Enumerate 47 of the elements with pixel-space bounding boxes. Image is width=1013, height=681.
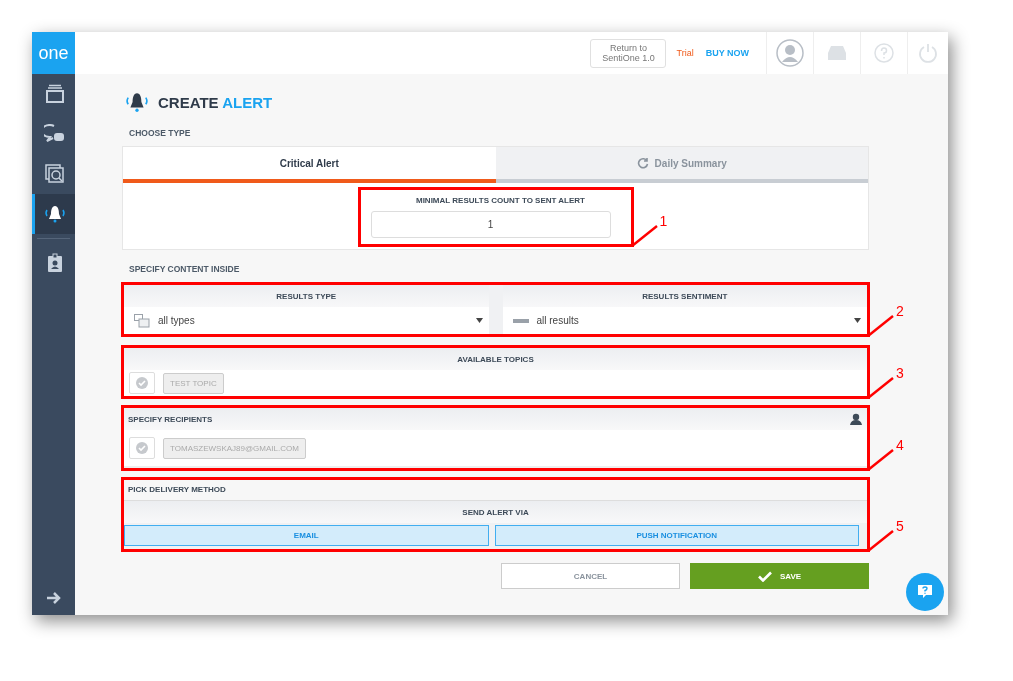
panel-header: AVAILABLE TOPICS	[124, 348, 867, 370]
recipient-tag: TOMASZEWSKAJ89@GMAIL.COM	[163, 437, 306, 459]
recipient-checkbox[interactable]	[129, 437, 155, 459]
callout-number: 1	[659, 213, 668, 229]
buy-now-link[interactable]: BUY NOW	[705, 48, 749, 58]
arrow-right-icon[interactable]	[45, 591, 62, 605]
person-icon[interactable]	[850, 413, 862, 425]
delivery-option-button[interactable]: EMAIL	[124, 525, 489, 546]
dropdown[interactable]: all results	[502, 307, 867, 334]
callout-number: 3	[896, 365, 904, 381]
id-badge-icon	[47, 253, 63, 273]
nav-alert-button[interactable]	[32, 194, 75, 234]
field-label: MINIMAL RESULTS COUNT TO SENT ALERT	[415, 196, 585, 205]
section-label: CHOOSE TYPE	[129, 128, 192, 138]
search-icon	[45, 164, 65, 184]
refresh-icon	[636, 157, 649, 169]
bell-icon	[44, 204, 66, 224]
check-circle-icon	[136, 442, 148, 454]
checkmark-icon	[757, 570, 772, 582]
callout-number: 2	[896, 303, 904, 319]
caret-icon	[475, 318, 483, 323]
app-logo[interactable]: one	[32, 32, 75, 74]
bell-icon	[124, 91, 150, 113]
help-bubble-icon	[917, 584, 933, 600]
return-button[interactable]: Return to SentiOne 1.0	[590, 38, 667, 68]
cancel-button[interactable]: CANCEL	[501, 563, 680, 589]
dropdown[interactable]: all types	[124, 307, 489, 334]
panel-header: RESULTS SENTIMENT	[502, 285, 867, 307]
min-results-input[interactable]: 1	[370, 211, 611, 238]
page-title: CREATE ALERT	[158, 93, 273, 111]
chat-help-button[interactable]	[906, 573, 944, 611]
panel-header: RESULTS TYPE	[124, 285, 489, 307]
section-label: SPECIFY CONTENT INSIDE	[129, 264, 241, 274]
save-button[interactable]: SAVE	[690, 563, 869, 589]
caret-icon	[854, 318, 861, 323]
alert-type-tab[interactable]: Daily Summary	[495, 147, 868, 183]
message-types-icon	[134, 313, 150, 328]
check-circle-icon	[136, 377, 148, 389]
trial-label: Trial	[676, 48, 694, 58]
callout-number: 4	[896, 437, 904, 453]
stack-icon	[45, 84, 65, 104]
callout-number: 5	[896, 518, 904, 534]
topic-checkbox[interactable]	[129, 372, 155, 394]
panel-title: SPECIFY RECIPIENTS	[128, 414, 213, 424]
delivery-option-button[interactable]: PUSH NOTIFICATION	[494, 525, 859, 546]
topic-tag: TEST TOPIC	[163, 372, 224, 394]
neutral-dash-icon	[512, 318, 529, 323]
